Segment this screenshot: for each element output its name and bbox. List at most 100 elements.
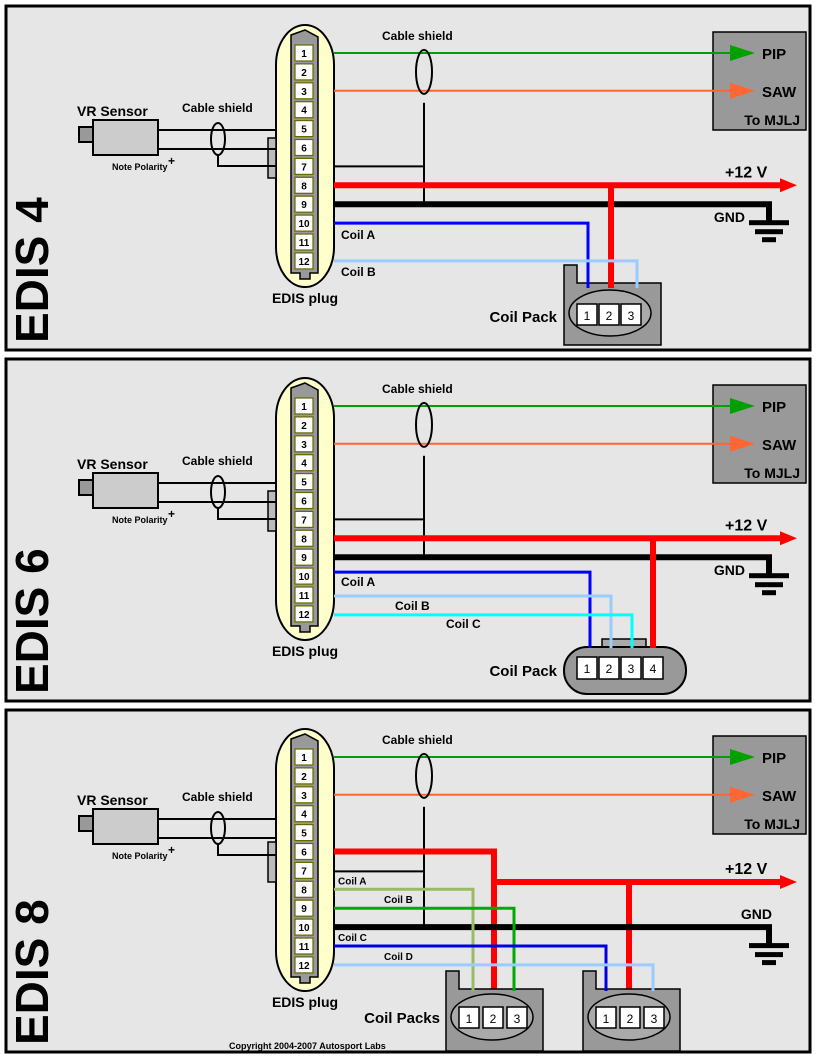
pin-number: 2	[301, 772, 307, 783]
plug-pin-9: 9	[294, 548, 314, 566]
cable-shield-label-left: Cable shield	[182, 790, 253, 804]
coil-pin-number: 1	[466, 1012, 473, 1026]
pin-number: 6	[301, 848, 307, 859]
vr-sensor-label: VR Sensor	[77, 103, 148, 119]
coil-pin-number: 4	[650, 662, 657, 676]
plug-pin-11: 11	[294, 586, 314, 604]
coil-d-label: Coil D	[384, 952, 413, 963]
ground-symbol-icon	[755, 229, 783, 235]
coil-pin-number: 1	[603, 1012, 610, 1026]
plug-pin-3: 3	[294, 786, 314, 804]
plug-pin-8: 8	[294, 529, 314, 547]
plug-pin-7: 7	[294, 861, 314, 880]
pin-number: 5	[301, 829, 307, 840]
pin-number: 12	[298, 257, 310, 268]
diagram-canvas: EDIS 4123456789101112EDIS plugVR Sensor+…	[4, 4, 812, 1054]
plug-pin-4: 4	[294, 101, 314, 119]
coil-pack-label: Coil Packs	[364, 1010, 440, 1027]
copyright-notice: Copyright 2004-2007 Autosport Labs	[229, 1041, 386, 1051]
plug-pin-1: 1	[294, 397, 314, 415]
panel-edis-4: EDIS 4123456789101112EDIS plugVR Sensor+…	[4, 4, 812, 352]
note-polarity-label: Note Polarity	[112, 851, 168, 861]
plug-pin-10: 10	[294, 567, 314, 585]
pin-number: 10	[298, 219, 310, 230]
coil-pin-number: 1	[584, 662, 591, 676]
coil-a-label: Coil A	[341, 228, 376, 242]
pin-number: 9	[301, 904, 307, 915]
pip-label: PIP	[762, 750, 786, 767]
mjlj-box: PIP SAW To MJLJ	[712, 735, 807, 835]
polarity-mark: +	[168, 154, 175, 168]
ground-symbol-icon	[762, 237, 776, 243]
mjlj-box: PIP SAW To MJLJ	[712, 31, 807, 131]
coil-pin-number: 3	[651, 1012, 658, 1026]
plug-pin-11: 11	[294, 233, 314, 251]
plug-pin-12: 12	[294, 956, 314, 974]
plug-pin-12: 12	[294, 605, 314, 623]
pin-number: 8	[301, 181, 307, 192]
coil-c-label: Coil C	[338, 933, 367, 944]
coil-b-label: Coil B	[341, 265, 376, 279]
ground-symbol-icon	[762, 960, 776, 966]
plug-pin-9: 9	[294, 195, 314, 213]
coil-pin-number: 2	[627, 1012, 634, 1026]
pin-number: 4	[301, 810, 307, 821]
sensor-body	[92, 808, 159, 845]
edis-plug: 123456789101112EDIS plug	[267, 728, 338, 1010]
edis-plug: 123456789101112EDIS plug	[267, 24, 338, 306]
plug-pin-11: 11	[294, 937, 314, 955]
to-mjlj-label: To MJLJ	[744, 112, 800, 128]
ground-symbol-icon	[755, 582, 783, 588]
pin-number: 7	[301, 515, 307, 526]
plug-pin-2: 2	[294, 767, 314, 785]
plug-pin-4: 4	[294, 805, 314, 823]
coil-pack: 1 2 3 4	[563, 638, 687, 695]
pin-number: 5	[301, 478, 307, 489]
plug-latch	[267, 137, 277, 179]
plug-pin-5: 5	[294, 823, 314, 842]
ground-symbol-icon	[749, 573, 789, 579]
sensor-body	[92, 119, 159, 156]
coil-pack-label: Coil Pack	[489, 663, 557, 680]
pin-number: 1	[301, 49, 307, 60]
power-label: +12 V	[725, 517, 768, 534]
plug-pin-10: 10	[294, 214, 314, 232]
pin-number: 7	[301, 866, 307, 877]
coil-c-label: Coil C	[446, 617, 481, 631]
power-label: +12 V	[725, 861, 768, 878]
pin-number: 3	[301, 87, 307, 98]
plug-pin-6: 6	[294, 491, 314, 510]
pin-number: 5	[301, 125, 307, 136]
pin-number: 10	[298, 923, 310, 934]
plug-pin-8: 8	[294, 880, 314, 898]
pin-number: 4	[301, 459, 307, 470]
panel-title: EDIS 6	[6, 548, 58, 694]
note-polarity-label: Note Polarity	[112, 162, 168, 172]
plug-pin-5: 5	[294, 119, 314, 138]
plug-latch	[267, 490, 277, 532]
pip-label: PIP	[762, 399, 786, 416]
pin-number: 3	[301, 440, 307, 451]
plug-label: EDIS plug	[272, 643, 338, 659]
plug-label: EDIS plug	[272, 290, 338, 306]
plug-pin-6: 6	[294, 138, 314, 157]
edis-plug: 123456789101112EDIS plug	[267, 377, 338, 659]
plug-pin-12: 12	[294, 252, 314, 270]
plug-pin-7: 7	[294, 510, 314, 528]
coil-pack-label: Coil Pack	[489, 309, 557, 326]
polarity-mark: +	[168, 507, 175, 521]
ground-label: GND	[741, 906, 772, 922]
plug-pin-8: 8	[294, 176, 314, 194]
pin-number: 1	[301, 753, 307, 764]
pip-label: PIP	[762, 46, 786, 63]
plug-pin-2: 2	[294, 416, 314, 434]
pin-number: 9	[301, 200, 307, 211]
coil-pin-number: 3	[628, 662, 635, 676]
note-polarity-label: Note Polarity	[112, 515, 168, 525]
coil-a-label: Coil A	[338, 876, 367, 887]
pin-number: 2	[301, 68, 307, 79]
sensor-tip	[78, 479, 94, 496]
coil-pin-number: 2	[606, 662, 613, 676]
sensor-tip	[78, 815, 94, 832]
plug-pin-2: 2	[294, 63, 314, 81]
